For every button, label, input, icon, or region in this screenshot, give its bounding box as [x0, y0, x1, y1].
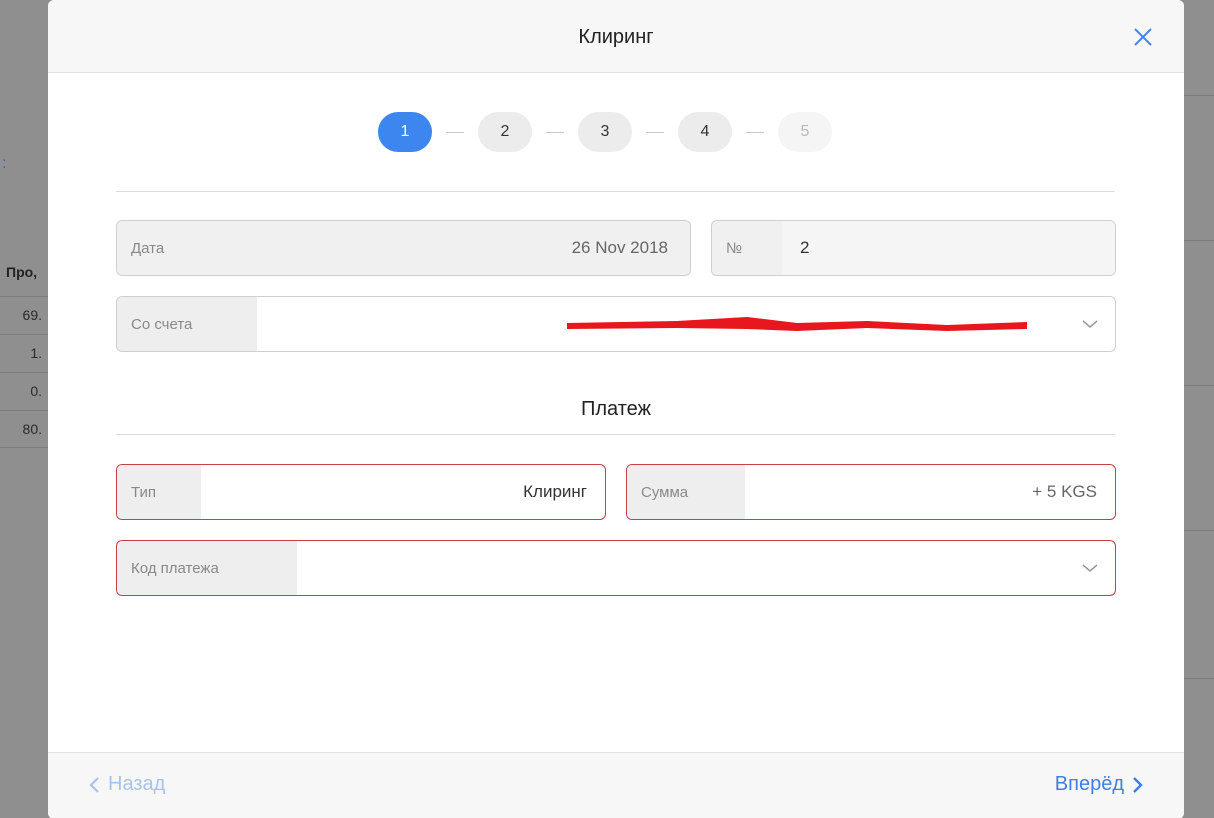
date-value: 26 Nov 2018 — [465, 221, 690, 275]
payment-section-title: Платеж — [581, 398, 651, 420]
background-right-panel — [1184, 0, 1214, 818]
payment-code-label: Код платежа — [117, 541, 297, 595]
background-divider — [1184, 385, 1214, 386]
amount-value: + 5 KGS — [1032, 482, 1097, 501]
background-row: 1. — [0, 334, 48, 372]
amount-field[interactable]: Сумма + 5 KGS — [626, 464, 1116, 520]
payment-type-field[interactable]: Тип Клиринг — [116, 464, 606, 520]
step-3[interactable]: 3 — [578, 112, 632, 152]
step-separator — [446, 131, 464, 133]
step-1[interactable]: 1 — [378, 112, 432, 152]
background-divider — [1184, 678, 1214, 679]
stepper-divider — [116, 191, 1115, 192]
background-left-panel: : Про, 69. 1. 0. 80. — [0, 0, 48, 818]
chevron-down-icon — [1082, 564, 1098, 572]
close-button[interactable] — [1132, 26, 1154, 48]
background-divider — [1184, 240, 1214, 241]
step-4[interactable]: 4 — [678, 112, 732, 152]
number-value: 2 — [782, 221, 1115, 275]
step-separator — [546, 131, 564, 133]
payment-code-value — [297, 541, 1065, 595]
background-row: 69. — [0, 296, 48, 334]
back-button[interactable]: Назад — [88, 773, 165, 796]
payment-type-value: Клиринг — [523, 482, 587, 501]
background-row: 0. — [0, 372, 48, 410]
redaction-mark — [567, 317, 1027, 331]
step-separator — [646, 131, 664, 133]
date-label: Дата — [117, 221, 465, 275]
modal-header: Клиринг — [48, 0, 1184, 73]
from-account-dropdown-toggle[interactable] — [1065, 297, 1115, 351]
chevron-down-icon — [1082, 320, 1098, 328]
payment-type-label: Тип — [117, 465, 201, 519]
background-divider — [1184, 530, 1214, 531]
payment-code-select[interactable]: Код платежа — [116, 540, 1116, 596]
chevron-left-icon — [89, 776, 99, 793]
next-button[interactable]: Вперёд — [1055, 773, 1144, 796]
modal-title: Клиринг — [578, 26, 654, 48]
number-field[interactable]: № 2 — [711, 220, 1116, 276]
clearing-modal: Клиринг 1 2 3 4 5 Дата 26 Nov 2018 № 2 С… — [48, 0, 1184, 818]
background-row: 80. — [0, 410, 48, 448]
modal-footer: Назад Вперёд — [48, 752, 1184, 818]
background-link: : — [2, 155, 7, 172]
from-account-select[interactable]: Со счета — [116, 296, 1116, 352]
close-icon — [1134, 28, 1152, 46]
step-separator — [746, 131, 764, 133]
step-5: 5 — [778, 112, 832, 152]
background-divider — [1184, 95, 1214, 96]
step-2[interactable]: 2 — [478, 112, 532, 152]
wizard-stepper: 1 2 3 4 5 — [378, 112, 832, 152]
from-account-label: Со счета — [117, 297, 257, 351]
payment-divider — [116, 434, 1115, 435]
background-column-header: Про, — [6, 264, 38, 280]
date-field[interactable]: Дата 26 Nov 2018 — [116, 220, 691, 276]
amount-label: Сумма — [627, 465, 745, 519]
next-button-label: Вперёд — [1054, 773, 1124, 795]
back-button-label: Назад — [108, 773, 166, 795]
number-label: № — [712, 221, 782, 275]
chevron-right-icon — [1133, 776, 1143, 793]
payment-code-dropdown-toggle[interactable] — [1065, 541, 1115, 595]
